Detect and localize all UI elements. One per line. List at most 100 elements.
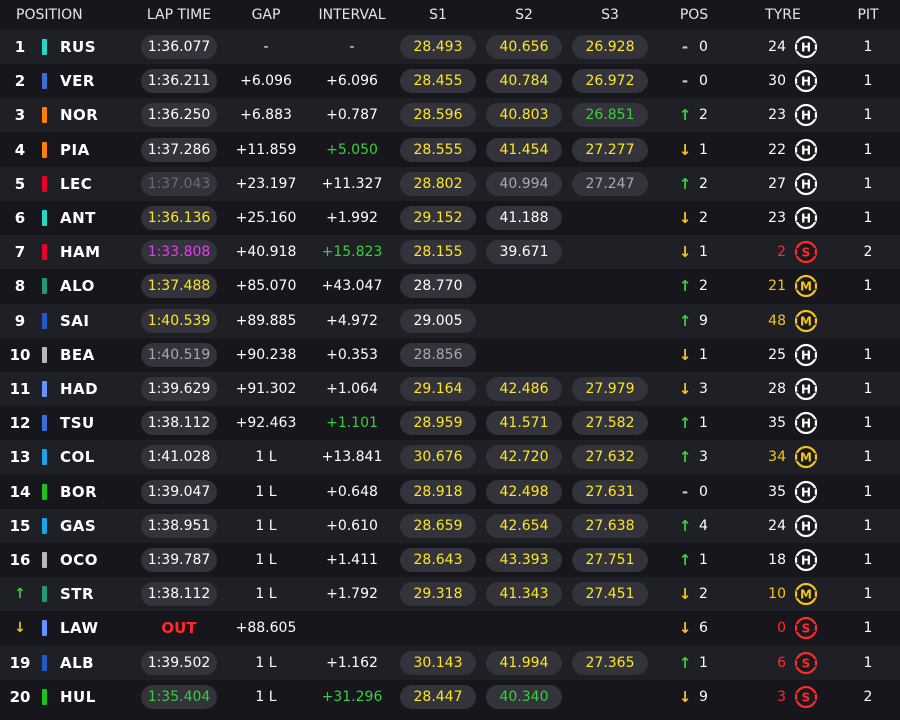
gap-value: +6.096 xyxy=(240,73,292,90)
arrow-down-icon: ↓ xyxy=(678,209,692,227)
tyre-age: 0 xyxy=(777,620,786,637)
gap-value: +23.197 xyxy=(235,175,297,192)
sector-s2-time: 42.654 xyxy=(486,513,562,538)
sector-s1-time: 29.318 xyxy=(400,582,476,607)
svg-text:M: M xyxy=(800,280,812,294)
driver-code[interactable]: ALO xyxy=(52,269,110,303)
sector-s1-time: 28.643 xyxy=(400,548,476,572)
lap-time: 1:40.539 xyxy=(141,308,217,333)
driver-code[interactable]: PIA xyxy=(52,133,110,167)
sector-s2-cell: 40.340 xyxy=(484,680,564,714)
position-change-value: 9 xyxy=(699,688,708,705)
hard-tyre-icon: H xyxy=(794,377,818,401)
interval-value: +0.353 xyxy=(326,346,378,363)
sector-s1-time: 28.918 xyxy=(400,479,476,504)
sector-s3-time: 27.638 xyxy=(572,513,648,538)
svg-text:H: H xyxy=(801,74,811,88)
driver-code[interactable]: BEA xyxy=(52,338,110,372)
driver-code[interactable]: LAW xyxy=(52,611,110,645)
sector-s1-time: 28.770 xyxy=(400,274,476,299)
header-interval: INTERVAL xyxy=(318,7,386,23)
table-row: 2 VER 1:36.211 +6.096 +6.096 28.455 40.784 26.9… xyxy=(0,64,900,99)
sector-s3-time: 26.928 xyxy=(572,35,648,59)
driver-code[interactable]: BOR xyxy=(52,475,110,509)
lap-time: 1:37.286 xyxy=(141,137,217,162)
sector-s1-time: 28.493 xyxy=(400,35,476,59)
driver-code[interactable]: HAD xyxy=(52,372,110,406)
header-s1: S1 xyxy=(429,7,447,23)
sector-s3-cell: 27.638 xyxy=(570,509,650,543)
sector-s3-time: 27.751 xyxy=(572,548,648,572)
hard-tyre-icon: H xyxy=(794,514,818,537)
sector-s1-cell: 30.676 xyxy=(398,440,478,474)
tyre-age: 3 xyxy=(777,688,786,705)
interval-value: +0.610 xyxy=(326,517,378,534)
position-change: ↑ 2 xyxy=(664,269,724,303)
interval-value: +1.101 xyxy=(326,415,378,432)
sector-s2-cell: 42.498 xyxy=(484,475,564,509)
driver-code[interactable]: NOR xyxy=(52,98,110,132)
svg-text:S: S xyxy=(802,656,811,670)
row-position: 15 xyxy=(9,516,31,535)
lap-time-cell: 1:38.112 xyxy=(140,406,218,440)
position-change-value: 9 xyxy=(699,312,708,329)
team-color-bar xyxy=(42,73,47,90)
driver-code[interactable]: OCO xyxy=(52,543,110,577)
driver-code[interactable]: COL xyxy=(52,440,110,474)
interval-value xyxy=(308,611,396,645)
timing-board: POSITION LAP TIME GAP INTERVAL S1 S2 S3 … xyxy=(0,0,900,720)
soft-tyre-icon: S xyxy=(794,617,818,640)
sector-s1-cell: 28.959 xyxy=(398,406,478,440)
pit-stops: 1 xyxy=(863,39,873,55)
arrow-down-icon: ↓ xyxy=(678,140,692,159)
interval-value: +1.411 xyxy=(326,552,378,568)
driver-code[interactable]: GAS xyxy=(52,509,110,543)
driver-code[interactable]: SAI xyxy=(52,304,110,338)
driver-code[interactable]: RUS xyxy=(52,30,110,64)
driver-code[interactable]: LEC xyxy=(52,167,110,201)
sector-s3-time: 27.632 xyxy=(572,445,648,470)
position-change: ↑ 9 xyxy=(664,304,724,338)
pit-stops: 1 xyxy=(863,620,873,637)
gap-value: 1 L xyxy=(255,449,277,466)
driver-code[interactable]: STR xyxy=(52,577,110,611)
driver-code[interactable]: ALB xyxy=(52,646,110,680)
hard-tyre-icon: H xyxy=(794,70,818,93)
pit-stops: 1 xyxy=(863,381,873,397)
sector-s1-cell: 28.493 xyxy=(398,30,478,64)
position-change: -0 xyxy=(664,475,724,509)
header-gap: GAP xyxy=(251,7,281,23)
driver-code[interactable]: HUL xyxy=(52,680,110,714)
header-position: POSITION xyxy=(16,7,83,23)
driver-code[interactable]: VER xyxy=(52,64,110,98)
lap-time: 1:39.629 xyxy=(141,377,217,401)
svg-text:M: M xyxy=(800,451,812,465)
driver-code[interactable]: HAM xyxy=(52,235,110,269)
position-change-value: 1 xyxy=(699,346,708,363)
driver-code[interactable]: TSU xyxy=(52,406,110,440)
driver-code[interactable]: ANT xyxy=(52,201,110,235)
row-position: 5 xyxy=(14,174,26,193)
lap-time-cell: 1:39.787 xyxy=(140,543,218,577)
pit-stops: 1 xyxy=(863,346,873,363)
position-change: ↓ 3 xyxy=(664,372,724,406)
tyre-cell: 18 H xyxy=(744,543,822,577)
lap-time-cell: 1:36.136 xyxy=(140,201,218,235)
header-row: POSITION LAP TIME GAP INTERVAL S1 S2 S3 … xyxy=(0,0,900,30)
gap-value: +25.160 xyxy=(235,210,297,226)
lap-time-cell: 1:39.629 xyxy=(140,372,218,406)
tyre-age: 10 xyxy=(768,586,786,603)
sector-s2-cell: 40.994 xyxy=(484,167,564,201)
table-row: 11 HAD 1:39.629 +91.302 +1.064 29.164 42.486 27… xyxy=(0,372,900,406)
medium-tyre-icon: M xyxy=(794,446,818,469)
sector-s3-time: 27.247 xyxy=(572,171,648,196)
table-row: 16 OCO 1:39.787 1 L +1.411 28.643 43.393 27.751… xyxy=(0,543,900,577)
position-change: ↓ 1 xyxy=(664,338,724,372)
header-s2: S2 xyxy=(515,7,533,23)
sector-s1-time: 28.447 xyxy=(400,684,476,709)
sector-s2-time: 42.498 xyxy=(486,479,562,504)
sector-s1-time: 28.959 xyxy=(400,411,476,436)
sector-s2-time: 41.994 xyxy=(486,650,562,675)
team-color-bar xyxy=(42,278,47,295)
table-row: 7 HAM 1:33.808 +40.918 +15.823 28.155 39.671 ↓ 1… xyxy=(0,235,900,270)
